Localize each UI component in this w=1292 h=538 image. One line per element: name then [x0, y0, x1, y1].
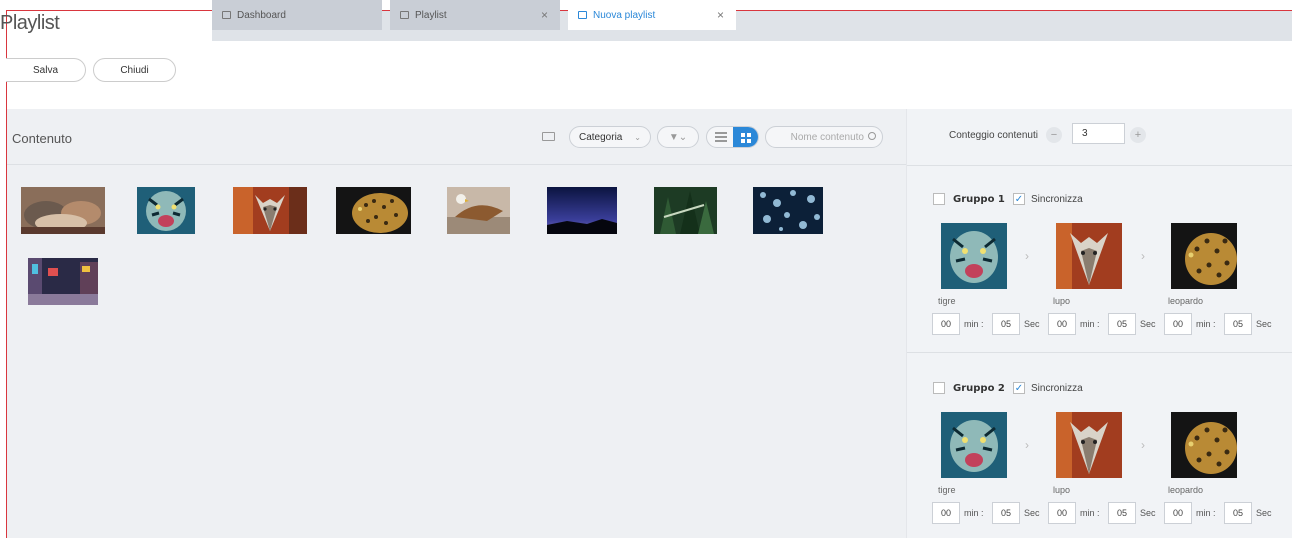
content-thumbnail-night-sky[interactable]: [547, 187, 617, 234]
list-view-icon[interactable]: [715, 132, 727, 142]
group-name: Gruppo 2: [953, 383, 1005, 394]
seconds-input[interactable]: 05: [992, 502, 1020, 524]
seconds-input[interactable]: 05: [1224, 313, 1252, 335]
seconds-input[interactable]: 05: [1108, 502, 1136, 524]
minutes-input[interactable]: 00: [932, 313, 960, 335]
content-title: Contenuto: [12, 131, 72, 146]
content-thumbnail-bokeh[interactable]: [753, 187, 823, 234]
count-header: Conteggio contenuti − 3 +: [907, 109, 1292, 166]
chevron-right-icon: ›: [1025, 438, 1029, 452]
folder-icon[interactable]: [542, 132, 555, 141]
group-name: Gruppo 1: [953, 194, 1005, 205]
minutes-input[interactable]: 00: [1164, 313, 1192, 335]
close-icon[interactable]: ×: [717, 8, 724, 22]
group-checkbox[interactable]: [933, 382, 945, 394]
sync-checkbox[interactable]: ✓: [1013, 193, 1025, 205]
content-panel: Contenuto Categoria ⌄ ▼⌄ Nome contenuto: [7, 109, 906, 538]
item-caption: leopardo: [1168, 296, 1204, 306]
group-2: Gruppo 2 ✓ Sincronizza › › tigre lupo le…: [907, 356, 1292, 538]
view-toggle: [706, 126, 759, 148]
tab-label: Playlist: [415, 9, 447, 21]
page-title: Playlist: [0, 12, 60, 34]
playlist-icon: [578, 11, 587, 19]
group-item-image-wolf[interactable]: [1056, 412, 1122, 478]
minutes-label: min :: [1080, 319, 1100, 329]
decrement-button[interactable]: −: [1046, 127, 1062, 143]
seconds-label: Sec: [1024, 319, 1040, 329]
minutes-input[interactable]: 00: [1048, 313, 1076, 335]
seconds-input[interactable]: 05: [1224, 502, 1252, 524]
seconds-label: Sec: [1140, 508, 1156, 518]
group-1: Gruppo 1 ✓ Sincronizza › › tigre lupo le…: [907, 167, 1292, 353]
grid-view-icon[interactable]: [733, 127, 758, 147]
content-thumbnail-tiger[interactable]: [137, 187, 195, 234]
tab-dashboard[interactable]: Dashboard: [212, 0, 382, 30]
search-input[interactable]: Nome contenuto: [765, 126, 883, 148]
sync-label: Sincronizza: [1031, 194, 1083, 205]
seconds-label: Sec: [1256, 508, 1272, 518]
seconds-input[interactable]: 05: [1108, 313, 1136, 335]
playlist-panel: Conteggio contenuti − 3 + Gruppo 1 ✓ Sin…: [906, 109, 1292, 538]
filter-icon: ▼⌄: [668, 131, 688, 143]
content-thumbnail-leopard[interactable]: [336, 187, 411, 234]
tab-label: Nuova playlist: [593, 9, 656, 21]
content-thumbnail-city[interactable]: [28, 258, 98, 305]
seconds-input[interactable]: 05: [992, 313, 1020, 335]
close-icon[interactable]: ×: [541, 8, 548, 22]
sync-label: Sincronizza: [1031, 383, 1083, 394]
content-thumbnail-eagle[interactable]: [447, 187, 510, 234]
minutes-input[interactable]: 00: [1048, 502, 1076, 524]
minutes-label: min :: [1080, 508, 1100, 518]
group-item-image-tiger[interactable]: [941, 223, 1007, 289]
search-icon: [868, 132, 876, 140]
item-caption: tigre: [938, 296, 956, 306]
close-button[interactable]: Chiudi: [93, 58, 176, 82]
group-checkbox[interactable]: [933, 193, 945, 205]
category-select[interactable]: Categoria ⌄: [569, 126, 651, 148]
minutes-label: min :: [1196, 508, 1216, 518]
group-item-image-wolf[interactable]: [1056, 223, 1122, 289]
chevron-down-icon: ⌄: [634, 132, 641, 142]
group-item-image-tiger[interactable]: [941, 412, 1007, 478]
sync-checkbox[interactable]: ✓: [1013, 382, 1025, 394]
search-placeholder: Nome contenuto: [790, 131, 864, 143]
item-caption: leopardo: [1168, 485, 1204, 495]
seconds-label: Sec: [1024, 508, 1040, 518]
seconds-label: Sec: [1256, 319, 1272, 329]
seconds-label: Sec: [1140, 319, 1156, 329]
playlist-icon: [400, 11, 409, 19]
count-input[interactable]: 3: [1072, 123, 1125, 144]
item-caption: lupo: [1053, 296, 1071, 306]
tab-playlist[interactable]: Playlist ×: [390, 0, 560, 30]
content-thumbnail-forest[interactable]: [654, 187, 717, 234]
item-caption: tigre: [938, 485, 956, 495]
minutes-input[interactable]: 00: [932, 502, 960, 524]
tab-label: Dashboard: [237, 9, 286, 21]
category-label: Categoria: [579, 131, 623, 143]
minutes-label: min :: [1196, 319, 1216, 329]
chevron-right-icon: ›: [1141, 249, 1145, 263]
increment-button[interactable]: +: [1130, 127, 1146, 143]
minutes-label: min :: [964, 508, 984, 518]
tab-nuova-playlist[interactable]: Nuova playlist ×: [568, 0, 736, 30]
content-thumbnail-wolf[interactable]: [233, 187, 307, 234]
content-thumbnail-cats[interactable]: [21, 187, 105, 234]
item-caption: lupo: [1053, 485, 1071, 495]
count-label: Conteggio contenuti: [949, 130, 1038, 141]
content-header: Contenuto Categoria ⌄ ▼⌄ Nome contenuto: [7, 109, 906, 165]
chevron-right-icon: ›: [1141, 438, 1145, 452]
minutes-input[interactable]: 00: [1164, 502, 1192, 524]
dashboard-icon: [222, 11, 231, 19]
save-button[interactable]: Salva: [6, 58, 86, 82]
group-item-image-leopard[interactable]: [1171, 223, 1237, 289]
chevron-right-icon: ›: [1025, 249, 1029, 263]
filter-button[interactable]: ▼⌄: [657, 126, 699, 148]
group-item-image-leopard[interactable]: [1171, 412, 1237, 478]
minutes-label: min :: [964, 319, 984, 329]
